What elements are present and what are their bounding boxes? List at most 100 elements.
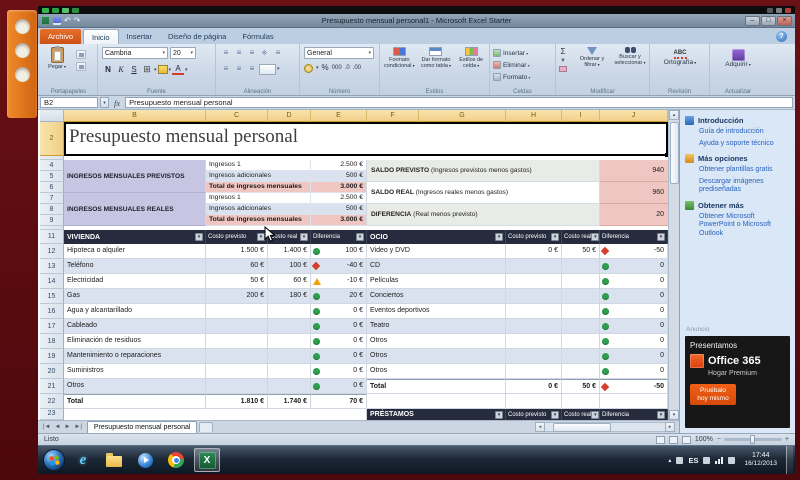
cell[interactable] [206,364,268,379]
cell[interactable]: Otros [367,334,506,349]
purchase-button[interactable]: Adquirir [722,49,754,68]
help-link[interactable]: Ayuda y soporte técnico [699,140,790,149]
scrollbar-thumb[interactable] [553,423,611,432]
cell[interactable]: 0 [600,349,668,364]
help-link[interactable]: Guía de introducción [699,128,790,137]
select-all-corner[interactable] [40,110,64,122]
sort-filter-button[interactable]: Ordenar y filtrar [573,47,611,68]
cell[interactable]: 20 € [311,289,367,304]
filter-dropdown-icon[interactable] [195,233,203,241]
cell[interactable] [206,304,268,319]
cell[interactable] [268,304,311,319]
font-size-select[interactable]: 20 [170,47,196,59]
normal-view-icon[interactable] [656,436,665,444]
format-cells-button[interactable]: Formato [490,71,555,83]
filter-dropdown-icon[interactable] [657,411,665,419]
cell[interactable]: 50 € [562,244,600,259]
filter-dropdown-icon[interactable] [356,233,364,241]
cell[interactable] [268,319,311,334]
row-header[interactable]: 21 [40,379,64,394]
zoom-in-icon[interactable]: + [785,436,789,444]
cell[interactable]: 2.500 € [311,160,367,171]
page-break-view-icon[interactable] [682,436,691,444]
column-header[interactable]: F [367,110,419,122]
remote-close-icon[interactable] [785,8,791,13]
table-header-diferencia[interactable]: Diferencia [600,409,668,420]
filter-dropdown-icon[interactable] [495,411,503,419]
fill-icon[interactable]: ▼ [560,58,566,64]
cell[interactable] [562,334,600,349]
volume-icon[interactable] [728,457,735,464]
insert-function-icon[interactable]: fx [111,98,123,108]
tab-archivo[interactable]: Archivo [40,29,81,44]
cell[interactable]: Total de ingresos mensuales [206,182,311,193]
cell[interactable] [600,394,668,409]
zoom-level[interactable]: 100% [695,436,713,443]
copy-icon[interactable] [76,62,86,71]
cell[interactable]: Películas [367,274,506,289]
column-header[interactable]: H [506,110,562,122]
row-header[interactable]: 4 [40,160,64,171]
cell[interactable]: Otros [64,379,206,394]
column-header[interactable]: C [206,110,268,122]
taskbar-clock[interactable]: 17:44 16/12/2013 [740,452,781,468]
cell[interactable]: 960 [600,182,668,204]
cell[interactable]: -40 € [311,259,367,274]
cell-b2-title[interactable]: Presupuesto mensual personal [64,122,668,156]
row-header[interactable]: 12 [40,244,64,259]
table-header-diferencia[interactable]: Diferencia [311,230,367,244]
cell[interactable]: Cableado [64,319,206,334]
cell[interactable]: 0 € [311,334,367,349]
row-header[interactable]: 18 [40,334,64,349]
cell[interactable]: 0 [600,259,668,274]
autosum-icon[interactable]: Σ [561,48,566,56]
cell[interactable]: Eliminación de residuos [64,334,206,349]
cell[interactable] [268,334,311,349]
cell[interactable]: 0 [600,274,668,289]
cell[interactable] [206,334,268,349]
column-header[interactable]: D [268,110,311,122]
vertical-scrollbar[interactable] [668,110,679,420]
help-link[interactable]: Obtener Microsoft PowerPoint o Microsoft… [699,213,790,239]
cell[interactable]: Ingresos adicionales [206,204,311,215]
cell[interactable] [506,289,562,304]
cell[interactable]: Otros [367,364,506,379]
cell[interactable]: Hipoteca o alquiler [64,244,206,259]
tab-inicio[interactable]: Inicio [83,29,119,44]
cell[interactable]: -50 [600,244,668,259]
comma-icon[interactable]: 000 [332,63,342,73]
redo-icon[interactable]: ↷ [74,16,81,25]
increase-decimal-icon[interactable]: .0 [345,63,350,73]
page-layout-view-icon[interactable] [669,436,678,444]
cell[interactable]: Ingresos 1 [206,193,311,204]
cell[interactable]: 100 € [311,244,367,259]
cell[interactable]: Video y DVD [367,244,506,259]
tray-expand-icon[interactable] [668,457,671,464]
cell[interactable] [268,349,311,364]
cell[interactable] [562,349,600,364]
filter-dropdown-icon[interactable] [591,233,599,241]
remote-tool-icon[interactable] [72,8,79,13]
align-left-icon[interactable] [220,63,232,75]
row-header[interactable]: 7 [40,193,64,204]
filter-dropdown-icon[interactable] [257,233,265,241]
cell[interactable]: 0 € [506,244,562,259]
remote-tool-icon[interactable] [42,8,49,13]
cell[interactable] [506,274,562,289]
cell[interactable] [506,334,562,349]
scroll-down-icon[interactable] [669,410,679,420]
cell[interactable] [562,274,600,289]
cell[interactable] [506,364,562,379]
row-header[interactable]: 11 [40,230,64,244]
cell[interactable] [506,319,562,334]
filter-dropdown-icon[interactable] [551,411,559,419]
column-header[interactable]: E [311,110,367,122]
filter-dropdown-icon[interactable] [591,411,599,419]
filter-dropdown-icon[interactable] [657,233,665,241]
device-button[interactable] [15,67,30,82]
taskbar-excel-icon[interactable] [194,448,220,472]
cell[interactable]: Total de ingresos mensuales [206,215,311,226]
cell[interactable]: 500 € [311,204,367,215]
cell[interactable]: 0 € [311,319,367,334]
cell[interactable]: SALDO REAL (Ingresos reales menos gastos… [367,182,600,204]
